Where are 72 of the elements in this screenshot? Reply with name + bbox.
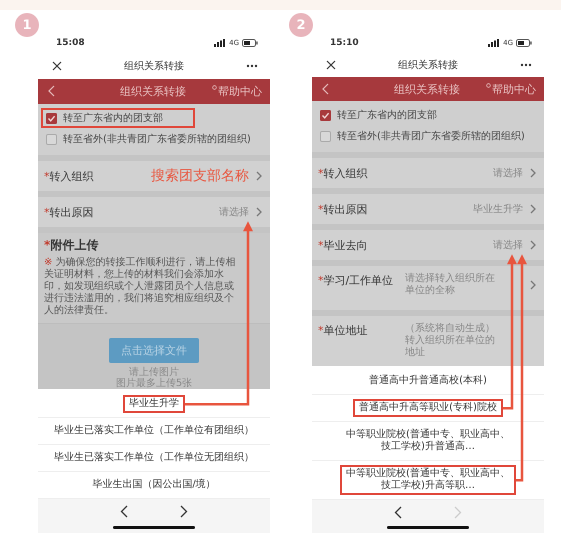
chevron-icon [529, 204, 536, 214]
close-icon[interactable] [326, 60, 336, 70]
checkbox[interactable] [46, 134, 57, 145]
field-placeholder: （系统将自动生成）转入组织所在单位的地址 [405, 323, 496, 360]
form-row[interactable]: *转入组织 搜索团支部名称 [38, 161, 270, 192]
page-title: 组织关系转接 [398, 58, 458, 72]
help-icon [486, 82, 491, 88]
checkbox[interactable] [320, 130, 331, 142]
header-title: 组织关系转接 [120, 84, 186, 99]
chevron-icon [255, 171, 262, 182]
option-label: 转至省外(非共青团广东省委所辖的团组织) [337, 130, 525, 144]
hint-text: 请上传图片 [129, 367, 179, 378]
field-label: *学习/工作单位 [318, 273, 394, 288]
chevron-icon [529, 280, 536, 290]
chevron-icon [529, 168, 536, 178]
picker-option[interactable]: 毕业生升学 [123, 395, 185, 414]
status-time: 15:08 [56, 38, 85, 48]
field-placeholder: 请选择 [493, 166, 523, 180]
chevron-icon [529, 240, 536, 250]
option-label: 转至广东省内的团支部 [337, 108, 437, 122]
field-label: *转入组织 [44, 168, 94, 184]
field-value: 毕业生升学 [473, 202, 523, 216]
battery-icon [516, 38, 532, 47]
picker-option[interactable]: 毕业生已落实工作单位（工作单位有团组织） [48, 422, 260, 440]
status-time: 15:10 [330, 38, 359, 48]
signal-icon [488, 38, 500, 47]
form-row[interactable]: *单位地址 （系统将自动生成）转入组织所在单位的地址 [312, 316, 544, 366]
field-label: *单位地址 [318, 323, 368, 338]
step-badge: 1 [15, 13, 39, 37]
more-icon[interactable] [246, 64, 258, 68]
back-icon[interactable] [48, 85, 55, 98]
picker-option[interactable]: 毕业生已落实工作单位（工作单位无团组织） [48, 449, 260, 468]
help-icon [212, 84, 217, 90]
notice-text: ※ 为确保您的转接工作顺利进行，请上传相关证明材料，您上传的材料我们会添加水印，如发现组织或个人泄露团员个人信息或进行违法滥用的，我们将追究相应组织及个人的法律责任。 [44, 257, 237, 318]
page-title: 组织关系转接 [124, 60, 184, 73]
step-badge: 2 [289, 13, 313, 37]
previous-icon[interactable] [394, 506, 402, 520]
field-label: *转入组织 [318, 166, 368, 181]
form-row[interactable]: *转出原因 毕业生升学 [312, 194, 544, 224]
picker-option[interactable]: 中等职业院校(普通中专、职业高中、技工学校)升高等职… [340, 465, 516, 496]
previous-icon[interactable] [120, 505, 128, 518]
form-row[interactable]: *转入组织 请选择 [312, 158, 544, 188]
field-label: *转出原因 [318, 202, 368, 217]
next-icon[interactable] [180, 505, 188, 518]
picker-option[interactable]: 普通高中升高等职业(专科)院校 [353, 399, 503, 418]
field-placeholder: 请选择转入组织所在单位的全称 [405, 273, 496, 298]
form-row[interactable]: *毕业去向 请选择 [312, 230, 544, 260]
option-label: 转至省外(非共青团广东省委所辖的团组织) [63, 132, 251, 146]
form-row[interactable]: *学习/工作单位 请选择转入组织所在单位的全称 [312, 266, 544, 310]
field-label: *转出原因 [44, 204, 94, 220]
annotation-text: 搜索团支部名称 [151, 167, 249, 186]
battery-icon [242, 39, 258, 48]
checkbox[interactable] [320, 110, 331, 121]
option-label: 转至广东省内的团支部 [63, 112, 163, 126]
picker-option[interactable]: 中等职业院校(普通中专、职业高中、技工学校)升普通高… [340, 426, 516, 456]
signal-icon [214, 39, 226, 48]
field-placeholder: 请选择 [493, 238, 523, 252]
back-icon[interactable] [322, 83, 329, 95]
help-link[interactable]: 帮助中心 [218, 84, 262, 99]
checkbox[interactable] [46, 112, 57, 124]
picker-option[interactable]: 普通高中升普通高校(本科) [363, 372, 493, 390]
more-icon[interactable] [520, 62, 532, 66]
field-label: *毕业去向 [318, 238, 368, 253]
header-title: 组织关系转接 [394, 82, 460, 96]
close-icon[interactable] [52, 60, 62, 71]
chevron-icon [255, 207, 262, 218]
help-link[interactable]: 帮助中心 [492, 82, 536, 96]
section-title: *附件上传 [44, 237, 100, 254]
picker-option[interactable]: 毕业生出国（因公出国/境） [86, 476, 222, 494]
field-placeholder: 请选择 [219, 206, 249, 220]
form-row[interactable]: *转出原因 请选择 [38, 197, 270, 228]
hint-text: 图片最多上传5张 [116, 378, 192, 390]
